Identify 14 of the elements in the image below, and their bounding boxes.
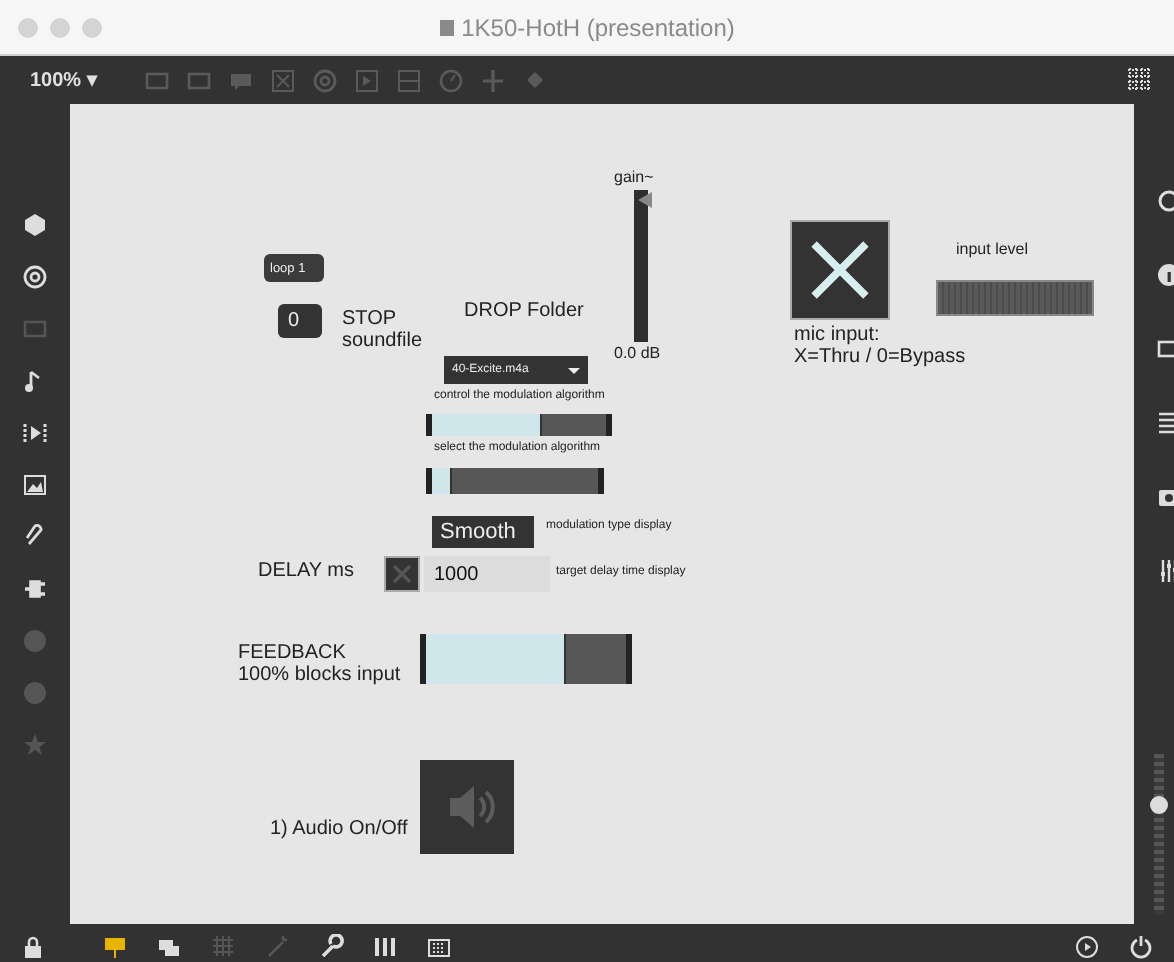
label: 0.0 dB — [614, 346, 661, 363]
label: DROP Folder — [464, 302, 584, 323]
number-box[interactable]: 0 — [278, 304, 322, 338]
label: FEEDBACK 100% blocks input — [238, 644, 401, 686]
label: DELAY ms — [258, 562, 354, 583]
mode-display: Smooth — [432, 516, 534, 548]
label: input level — [956, 242, 1029, 259]
number-box[interactable]: 1000 — [424, 556, 550, 592]
window-title: 1K50-HotH (presentation) — [461, 13, 735, 41]
label: mic input: X=Thru / 0=Bypass — [794, 326, 966, 368]
label: 1) Audio On/Off — [270, 820, 408, 841]
label: STOP soundfile — [342, 310, 423, 352]
label: gain~ — [614, 170, 654, 187]
zoom-menu[interactable]: 100% ▾ — [30, 68, 97, 92]
